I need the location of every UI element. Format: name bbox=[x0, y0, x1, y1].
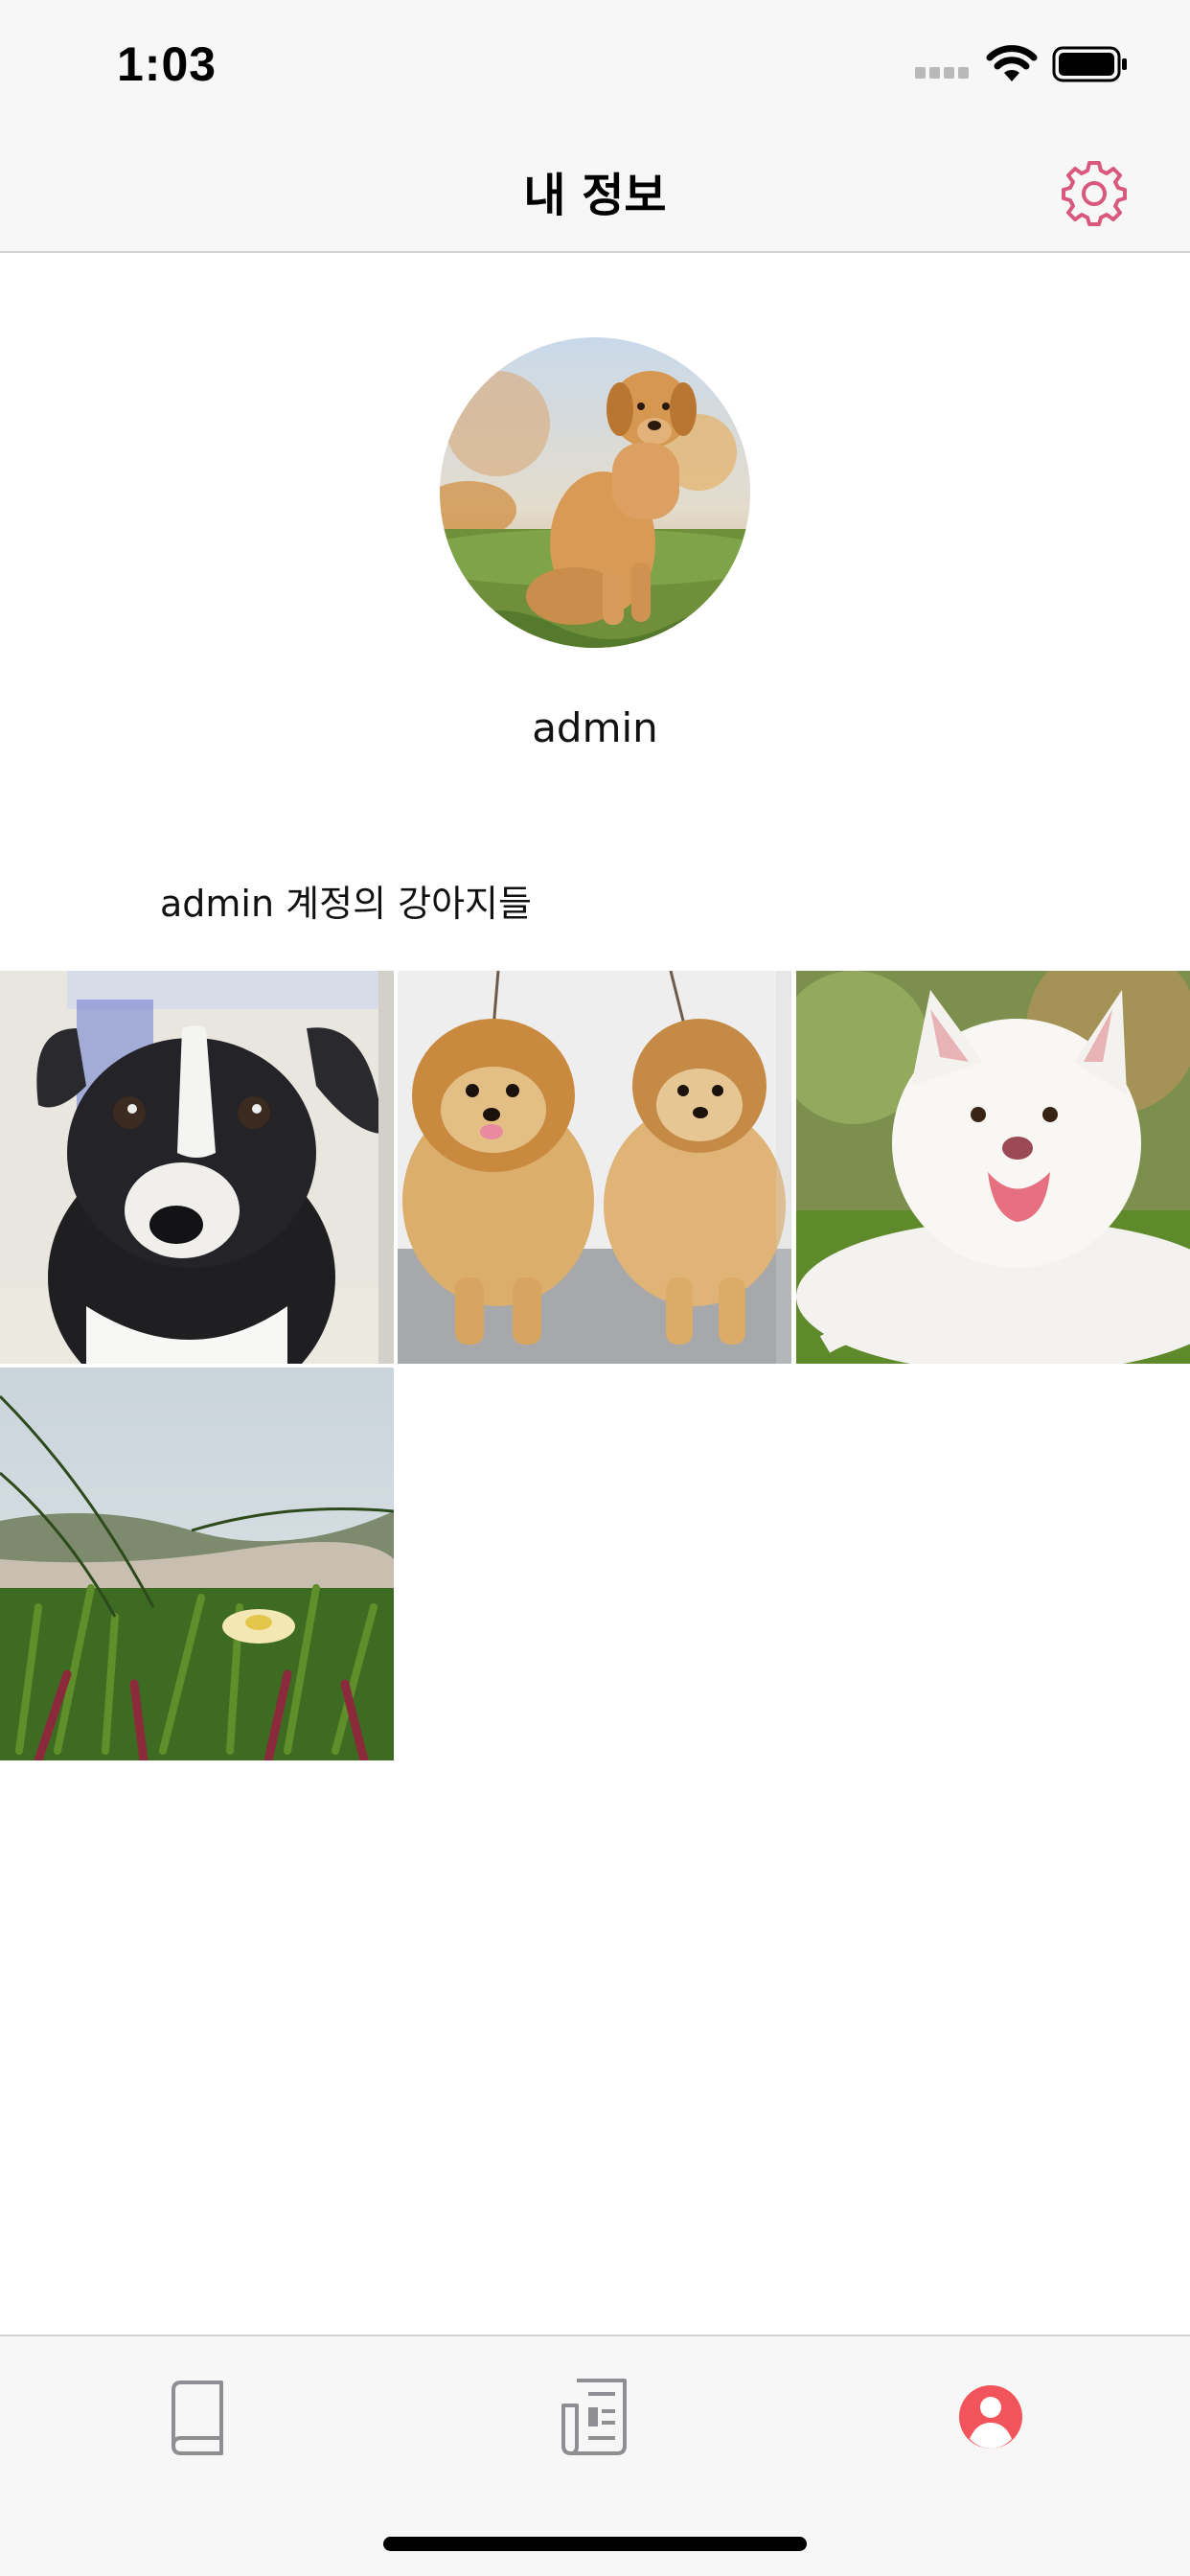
status-bar: 1:03 bbox=[0, 0, 1190, 126]
photo-tile[interactable] bbox=[0, 971, 394, 1364]
username: admin bbox=[532, 704, 658, 751]
settings-button[interactable] bbox=[1056, 155, 1133, 232]
page-title: 내 정보 bbox=[523, 169, 667, 222]
ice-plant-flower-photo bbox=[0, 1368, 394, 1760]
white-samoyed-photo bbox=[796, 971, 1190, 1364]
cellular-signal-icon bbox=[915, 67, 971, 80]
gear-icon bbox=[1062, 161, 1127, 226]
gallery-title: admin 계정의 강아지들 bbox=[160, 883, 532, 925]
battery-icon bbox=[1052, 46, 1129, 82]
navigation-bar: 내 정보 bbox=[0, 126, 1190, 253]
tab-library[interactable] bbox=[145, 2361, 250, 2467]
profile-icon bbox=[959, 2385, 1022, 2449]
golden-retriever-photo bbox=[440, 337, 750, 648]
photo-tile[interactable] bbox=[0, 1368, 394, 1760]
photo-tile[interactable] bbox=[796, 971, 1190, 1364]
status-time: 1:03 bbox=[117, 37, 217, 91]
book-icon bbox=[172, 2380, 223, 2455]
avatar bbox=[440, 337, 750, 648]
wifi-icon bbox=[985, 43, 1039, 83]
black-white-puppy-photo bbox=[0, 971, 394, 1364]
two-pomeranians-photo bbox=[398, 971, 791, 1364]
photo-tile[interactable] bbox=[398, 971, 791, 1364]
newspaper-icon bbox=[561, 2379, 627, 2455]
tab-profile[interactable] bbox=[938, 2361, 1043, 2467]
tab-feed[interactable] bbox=[542, 2361, 648, 2467]
home-indicator bbox=[383, 2537, 807, 2551]
